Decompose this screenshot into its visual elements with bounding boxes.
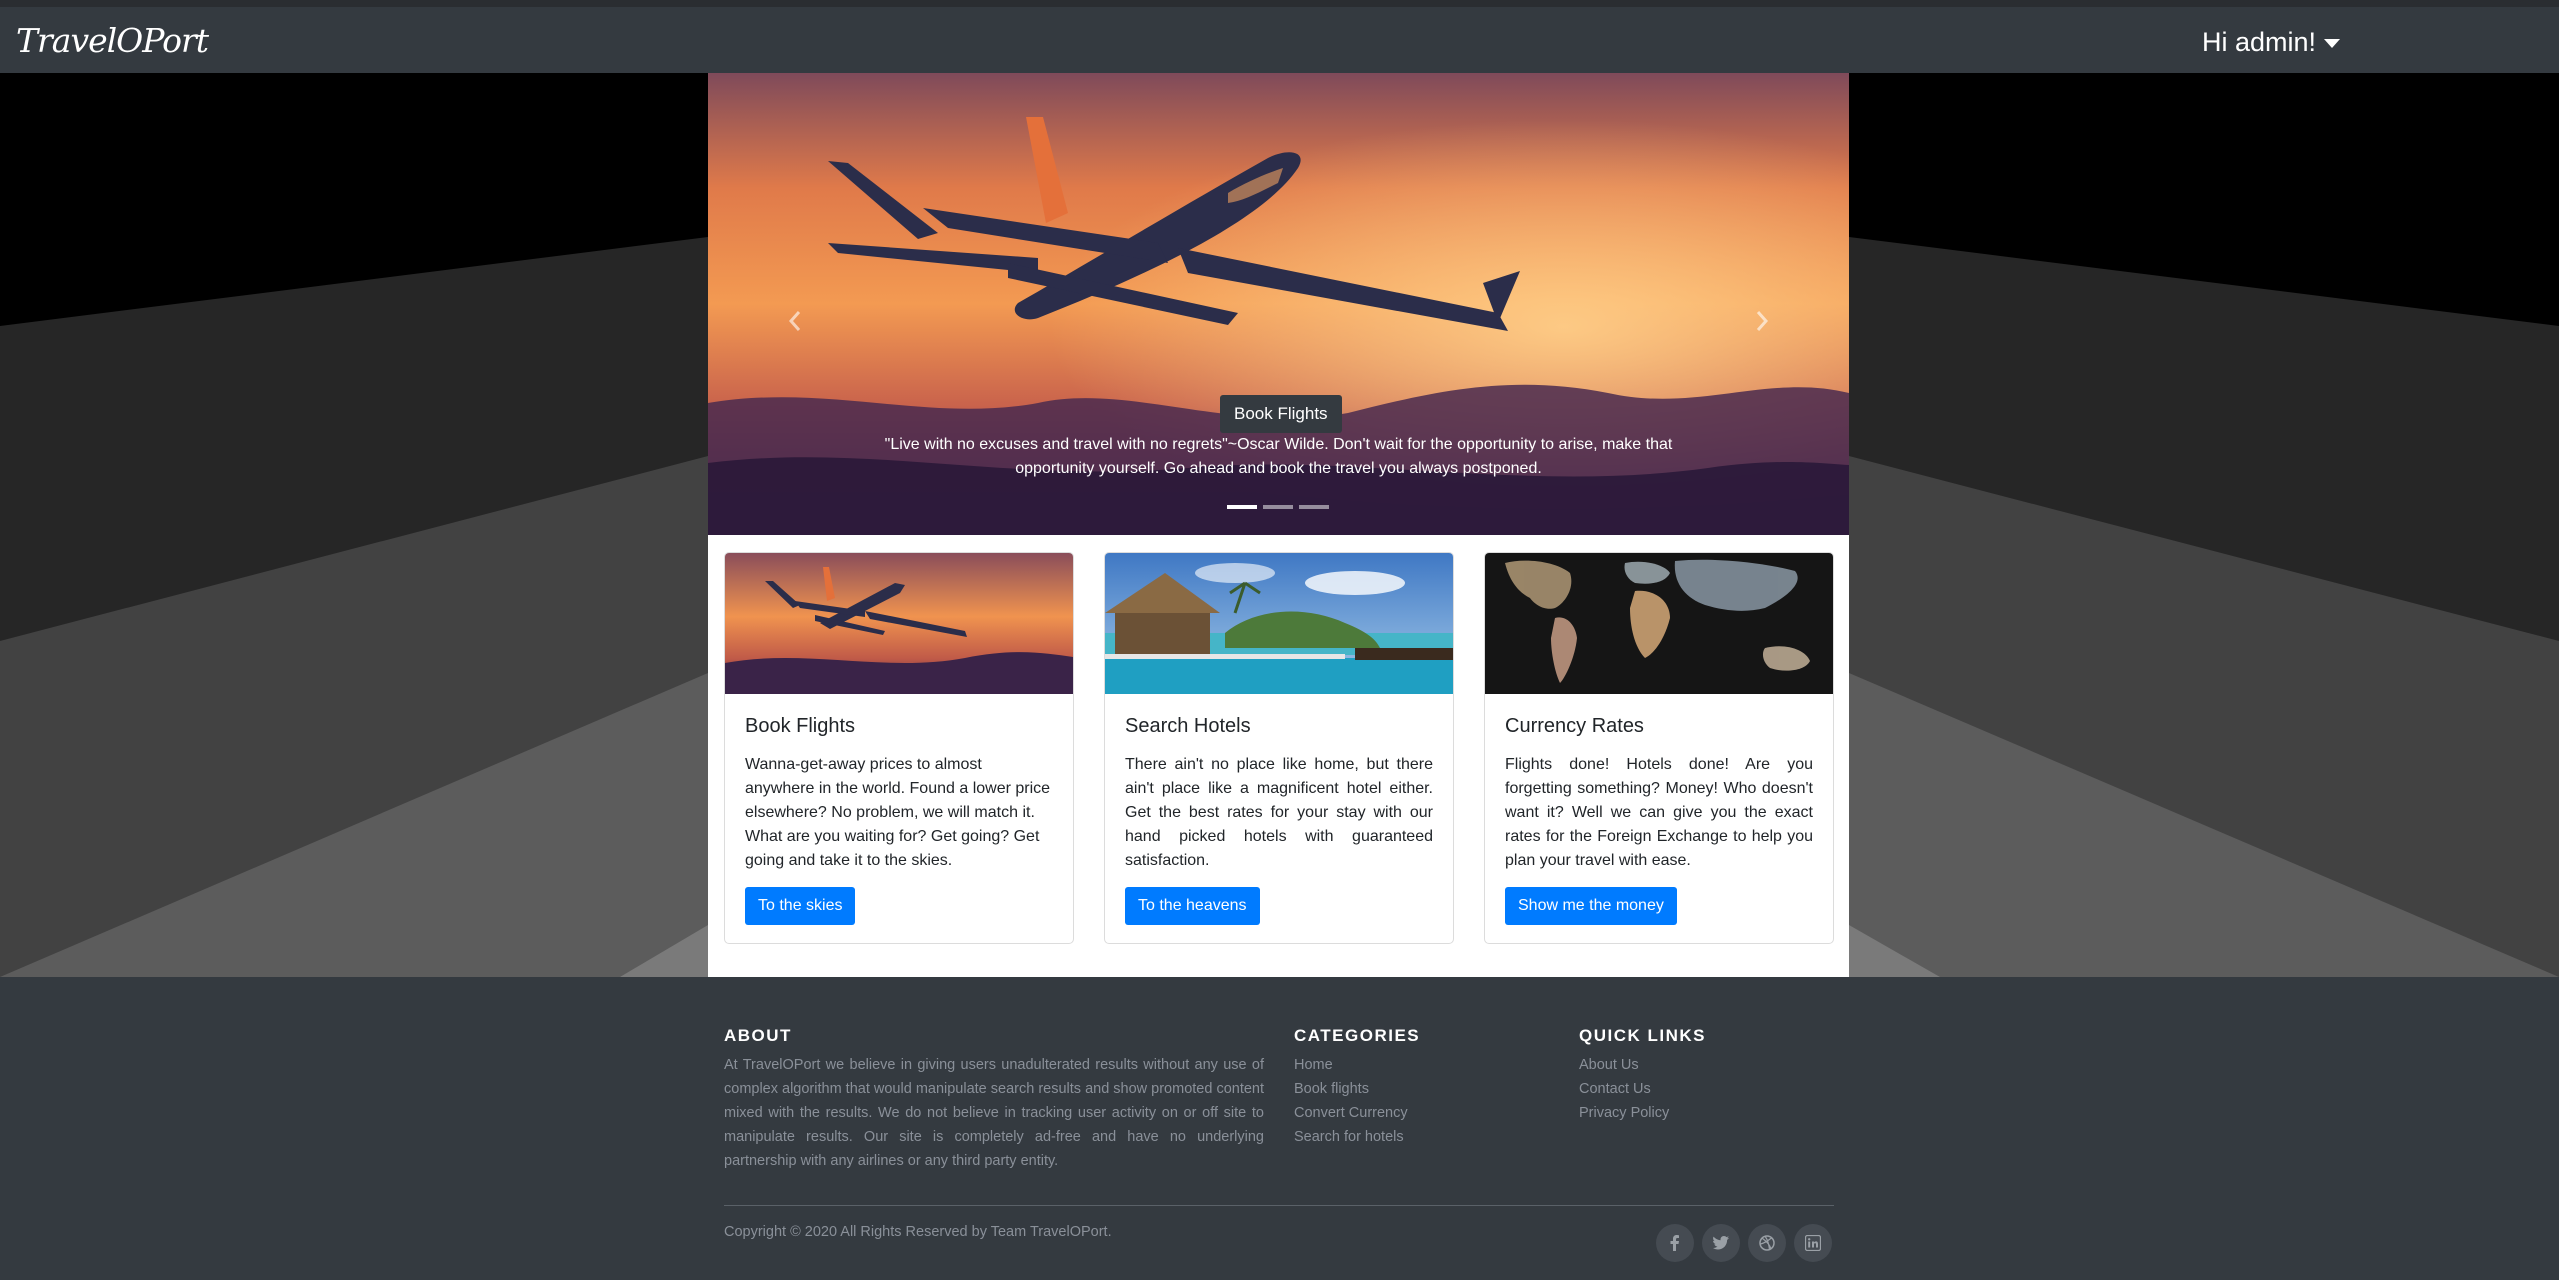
- to-the-skies-button[interactable]: To the skies: [745, 887, 856, 925]
- card-title: Search Hotels: [1125, 715, 1251, 737]
- footer-divider: [724, 1205, 1834, 1206]
- carousel-caption-text: "Live with no excuses and travel with no…: [884, 436, 1673, 477]
- chevron-right-icon: [1756, 311, 1769, 331]
- card-book-flights: Book Flights Wanna-get-away prices to al…: [724, 552, 1074, 944]
- show-me-the-money-button[interactable]: Show me the money: [1505, 887, 1677, 925]
- card-image-resort: [1105, 553, 1453, 694]
- dribbble-button[interactable]: [1748, 1224, 1786, 1262]
- footer-link-about-us[interactable]: About Us: [1579, 1053, 1669, 1077]
- footer-link-home[interactable]: Home: [1294, 1053, 1408, 1077]
- facebook-icon: [1670, 1235, 1679, 1251]
- user-menu-dropdown[interactable]: Hi admin!: [2202, 27, 2341, 58]
- footer-link-privacy-policy[interactable]: Privacy Policy: [1579, 1101, 1669, 1125]
- caret-down-icon: [2324, 39, 2341, 48]
- card-search-hotels: Search Hotels There ain't no place like …: [1104, 552, 1454, 944]
- footer-quicklinks-heading: QUICK LINKS: [1579, 1026, 1706, 1045]
- chevron-left-icon: [788, 311, 801, 331]
- brand-logo[interactable]: TravelOPort: [16, 21, 209, 60]
- footer-link-search-hotels[interactable]: Search for hotels: [1294, 1125, 1408, 1149]
- top-strip: [0, 0, 2559, 7]
- to-the-heavens-button[interactable]: To the heavens: [1125, 887, 1260, 925]
- footer-quicklinks-list: About Us Contact Us Privacy Policy: [1579, 1053, 1669, 1125]
- dribbble-icon: [1759, 1235, 1775, 1251]
- card-text: Wanna-get-away prices to almost anywhere…: [745, 756, 1051, 869]
- facebook-button[interactable]: [1656, 1224, 1694, 1262]
- card-currency-rates: Currency Rates Flights done! Hotels done…: [1484, 552, 1834, 944]
- carousel-indicators: [1227, 505, 1329, 509]
- footer-categories-heading: CATEGORIES: [1294, 1026, 1421, 1045]
- card-text: Flights done! Hotels done! Are you forge…: [1505, 756, 1813, 869]
- footer-link-book-flights[interactable]: Book flights: [1294, 1077, 1408, 1101]
- carousel-indicator-1[interactable]: [1227, 505, 1257, 509]
- card-title: Currency Rates: [1505, 715, 1644, 737]
- linkedin-button[interactable]: [1794, 1224, 1832, 1262]
- footer-link-contact-us[interactable]: Contact Us: [1579, 1077, 1669, 1101]
- main-container: Book Flights "Live with no excuses and t…: [708, 73, 1849, 977]
- linkedin-icon: [1805, 1235, 1821, 1251]
- twitter-icon: [1713, 1236, 1729, 1250]
- copyright-text: Copyright © 2020 All Rights Reserved by …: [724, 1224, 1112, 1240]
- card-image-airplane: [725, 553, 1073, 694]
- card-image-world-map: [1485, 553, 1833, 694]
- hero-carousel: Book Flights "Live with no excuses and t…: [708, 73, 1849, 535]
- carousel-caption-title: Book Flights: [1220, 395, 1342, 433]
- footer-about-text: At TravelOPort we believe in giving user…: [724, 1057, 1265, 1169]
- card-text: There ain't no place like home, but ther…: [1125, 756, 1433, 869]
- carousel-prev-button[interactable]: [765, 291, 825, 351]
- card-title: Book Flights: [745, 715, 856, 737]
- footer-link-convert-currency[interactable]: Convert Currency: [1294, 1101, 1408, 1125]
- footer: ABOUT At TravelOPort we believe in givin…: [0, 977, 2559, 1280]
- carousel-indicator-3[interactable]: [1299, 505, 1329, 509]
- twitter-button[interactable]: [1702, 1224, 1740, 1262]
- navbar: TravelOPort Hi admin!: [0, 7, 2559, 73]
- footer-categories-list: Home Book flights Convert Currency Searc…: [1294, 1053, 1408, 1149]
- carousel-next-button[interactable]: [1732, 291, 1792, 351]
- user-greeting: Hi admin!: [2202, 27, 2317, 57]
- carousel-indicator-2[interactable]: [1263, 505, 1293, 509]
- footer-about-heading: ABOUT: [724, 1026, 792, 1045]
